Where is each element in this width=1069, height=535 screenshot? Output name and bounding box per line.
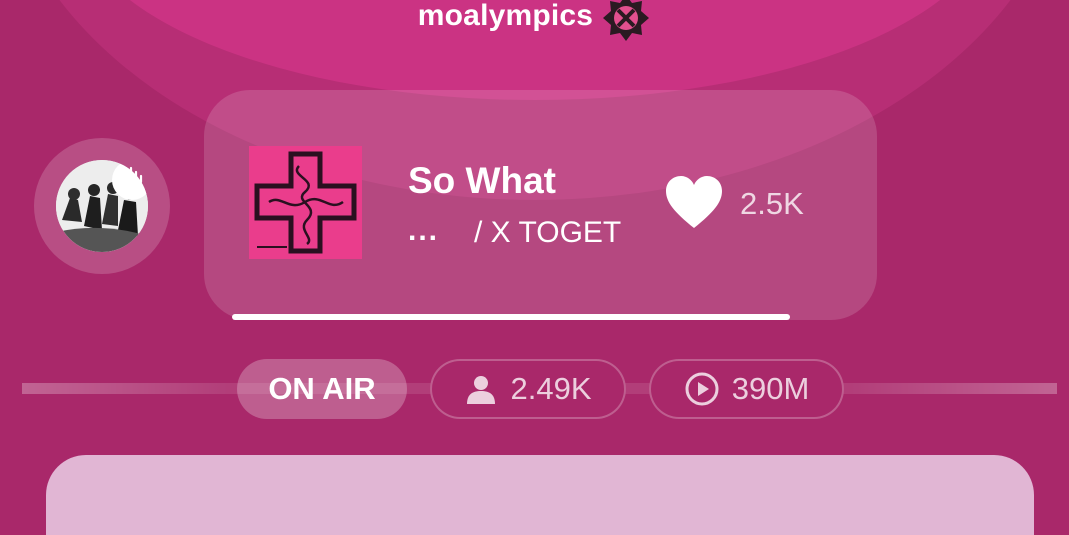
plays-count: 390M	[731, 371, 810, 406]
host-header: moalympics	[0, 0, 1069, 41]
person-icon	[467, 376, 496, 404]
song-artist[interactable]: ... / X TOGET	[408, 214, 630, 260]
playback-progress-bar[interactable]	[232, 314, 790, 320]
audio-wave-icon	[119, 166, 143, 192]
heart-icon[interactable]	[664, 174, 724, 230]
station-avatar[interactable]	[34, 138, 170, 274]
bottom-panel	[46, 455, 1034, 535]
like-count: 2.5K	[740, 186, 804, 221]
listeners-count-pill[interactable]: 2.49K	[430, 359, 626, 419]
artist-ellipsis: ...	[408, 214, 440, 247]
album-cross-art-icon	[254, 151, 357, 254]
artist-name: / X TOGET	[474, 216, 622, 249]
now-playing-card[interactable]: So What ... / X TOGET 2.5K	[204, 90, 877, 320]
txt-logo-badge-icon	[603, 0, 650, 41]
on-air-label: ON AIR	[268, 371, 376, 406]
play-circle-icon	[685, 372, 719, 406]
plays-count-pill[interactable]: 390M	[649, 359, 844, 419]
album-cover[interactable]	[249, 146, 362, 259]
song-title[interactable]: So What	[408, 160, 556, 202]
host-name[interactable]: moalympics	[418, 0, 593, 33]
on-air-badge: ON AIR	[237, 359, 407, 419]
listeners-count: 2.49K	[510, 371, 592, 406]
